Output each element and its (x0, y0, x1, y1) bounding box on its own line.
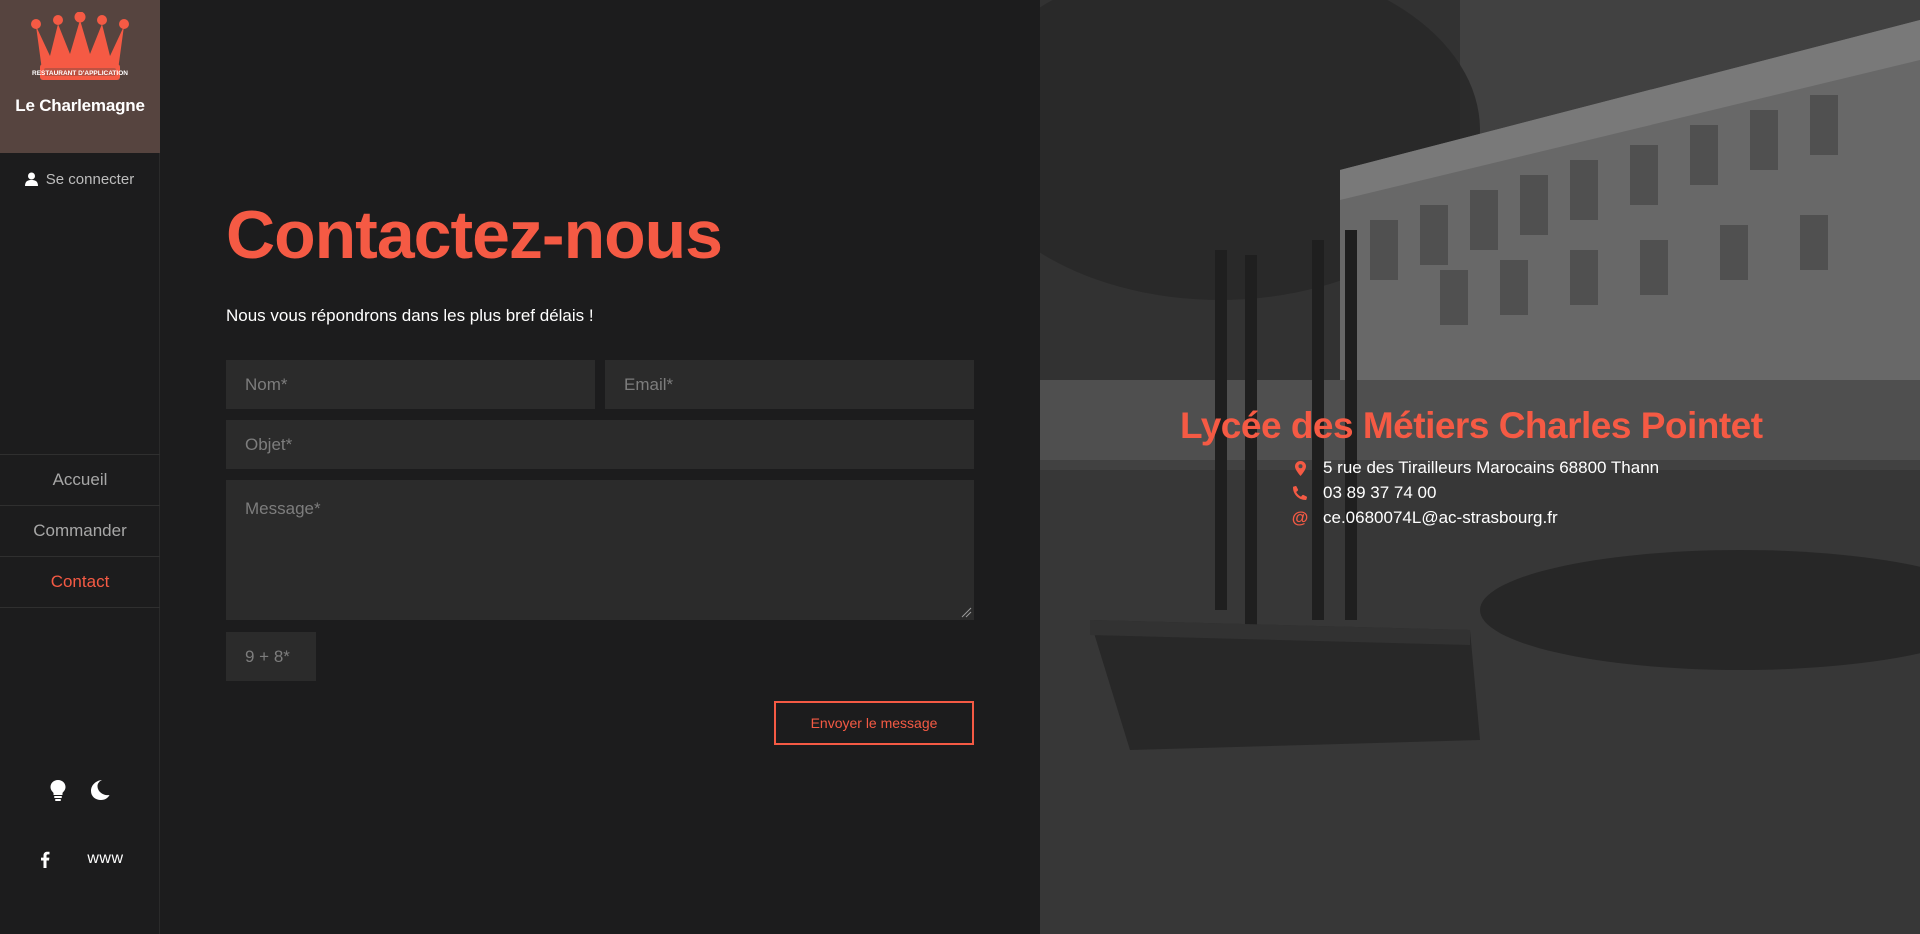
logo-badge-text: RESTAURANT D'APPLICATION (32, 70, 128, 77)
brand-name: Le Charlemagne (15, 96, 145, 115)
theme-switcher (0, 779, 160, 801)
resize-handle-icon[interactable] (960, 606, 972, 618)
map-marker-icon (1285, 460, 1315, 476)
nav-item-commander[interactable]: Commander (0, 506, 160, 557)
login-label: Se connecter (45, 170, 135, 188)
moon-icon[interactable] (89, 779, 111, 801)
lightbulb-icon[interactable] (49, 779, 67, 801)
at-icon: @ (1291, 508, 1309, 527)
school-phone: 03 89 37 74 00 (1285, 483, 1436, 503)
email-field[interactable] (605, 360, 974, 409)
contact-section: Contactez-nous Nous vous répondrons dans… (160, 0, 1040, 934)
website-link[interactable]: www (87, 850, 123, 868)
logo[interactable]: RESTAURANT D'APPLICATION Le Charlemagne (0, 0, 160, 153)
subject-field[interactable] (226, 420, 974, 469)
nav-item-contact[interactable]: Contact (0, 557, 160, 608)
school-email-text[interactable]: ce.0680074L@ac-strasbourg.fr (1323, 508, 1558, 528)
sidebar: RESTAURANT D'APPLICATION Le Charlemagne … (0, 0, 160, 934)
facebook-icon[interactable] (40, 851, 50, 868)
nav-item-accueil[interactable]: Accueil (0, 455, 160, 506)
name-field[interactable] (226, 360, 595, 409)
main-nav: Accueil Commander Contact (0, 454, 160, 608)
school-info: Lycée des Métiers Charles Pointet (1180, 405, 1780, 447)
message-field[interactable] (226, 480, 974, 620)
school-phone-text[interactable]: 03 89 37 74 00 (1323, 483, 1436, 503)
crown-logo-icon: RESTAURANT D'APPLICATION (31, 12, 129, 80)
page-subtitle: Nous vous répondrons dans les plus bref … (226, 306, 594, 325)
school-email: @ ce.0680074L@ac-strasbourg.fr (1285, 508, 1558, 528)
login-link[interactable]: Se connecter (0, 153, 159, 205)
captcha-field[interactable] (226, 632, 316, 681)
school-name: Lycée des Métiers Charles Pointet (1180, 405, 1763, 446)
school-address: 5 rue des Tirailleurs Marocains 68800 Th… (1285, 458, 1659, 478)
social-links: www (0, 850, 160, 868)
school-photo-panel: Lycée des Métiers Charles Pointet 5 rue … (1040, 0, 1920, 934)
send-message-button[interactable]: Envoyer le message (774, 701, 974, 745)
phone-icon (1285, 486, 1315, 500)
page-title: Contactez-nous (226, 197, 723, 273)
user-icon (24, 172, 38, 186)
school-address-text: 5 rue des Tirailleurs Marocains 68800 Th… (1323, 458, 1660, 477)
